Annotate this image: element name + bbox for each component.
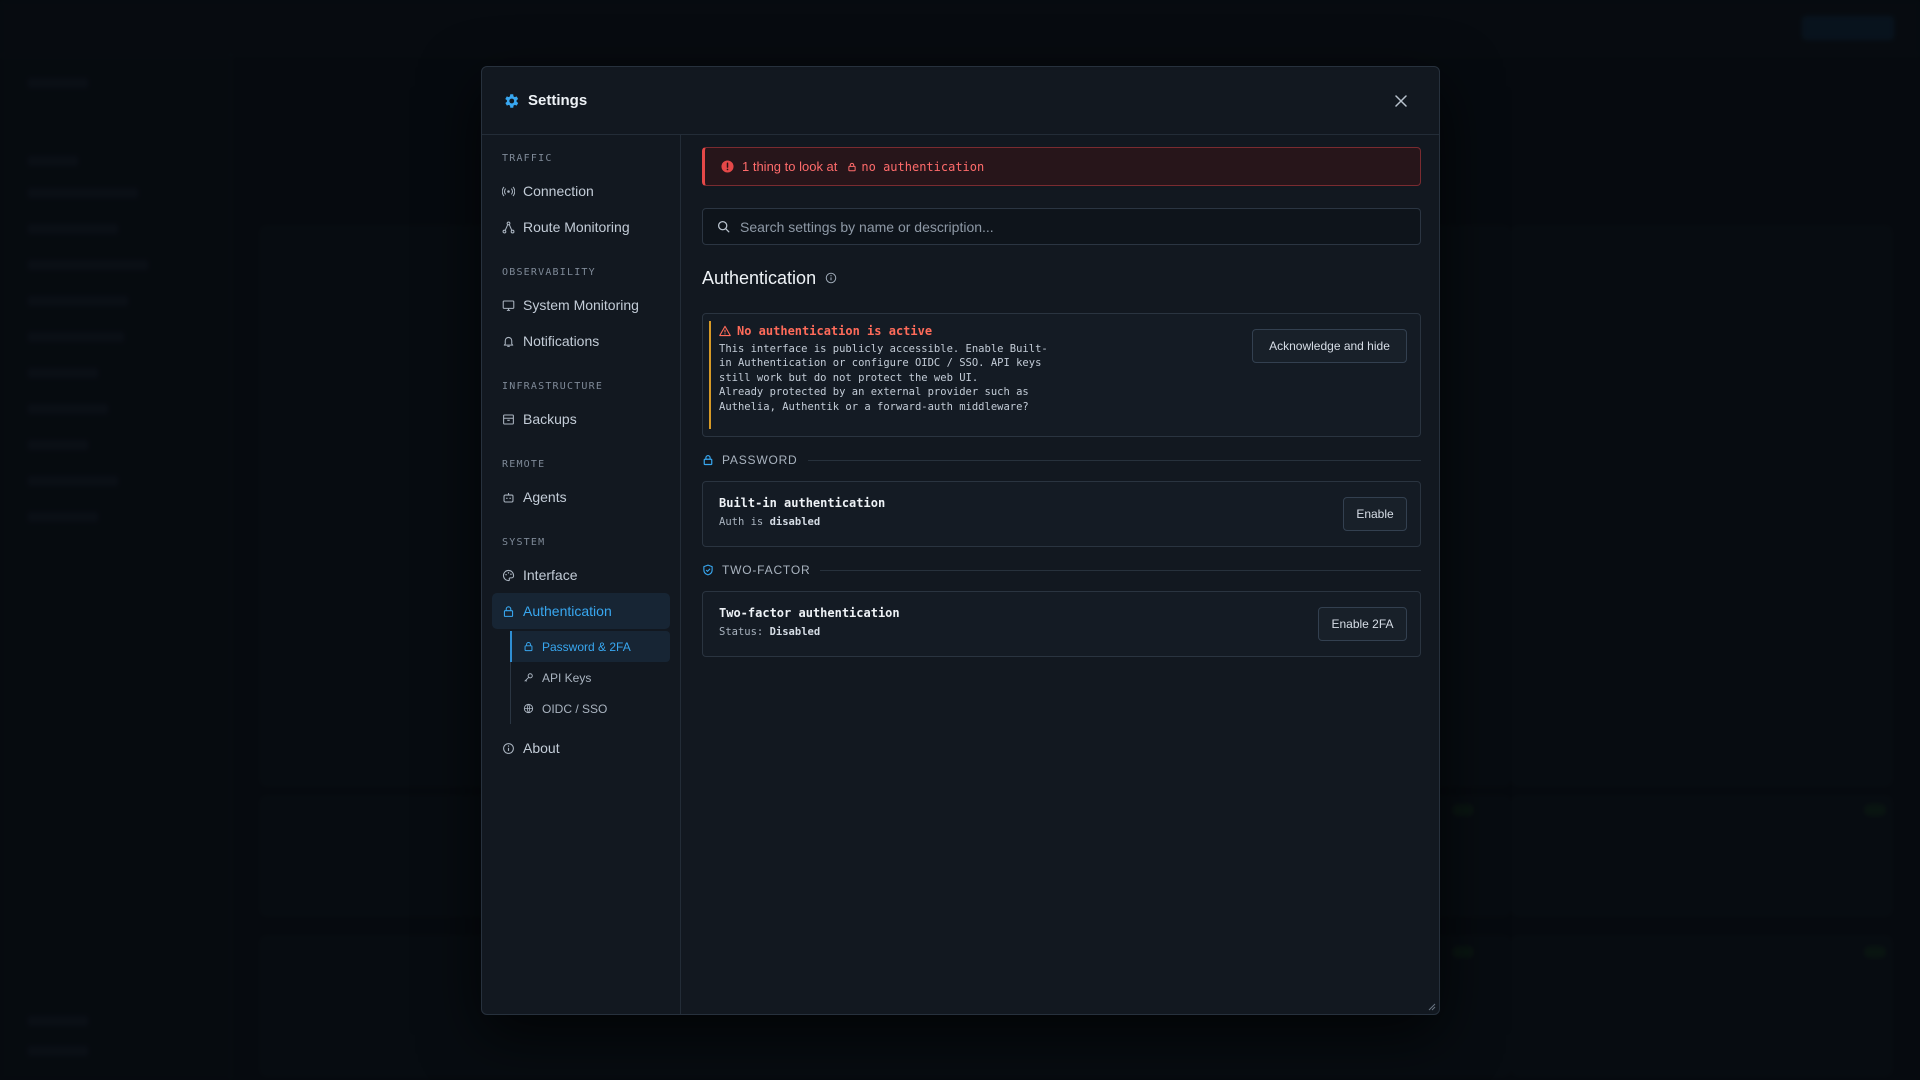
nav-item-label: System Monitoring bbox=[523, 297, 639, 313]
warning-title: No authentication is active bbox=[737, 324, 933, 338]
two-factor-group-header: TWO-FACTOR bbox=[702, 561, 1421, 579]
settings-nav: TRAFFIC Connection Route Monitoring OBSE… bbox=[482, 135, 681, 1014]
nav-item-connection[interactable]: Connection bbox=[492, 173, 670, 209]
nav-item-route-monitoring[interactable]: Route Monitoring bbox=[492, 209, 670, 245]
warning-line: This interface is publicly accessible. E… bbox=[719, 343, 1048, 355]
nav-item-authentication[interactable]: Authentication bbox=[492, 593, 670, 629]
section-title: Authentication bbox=[702, 267, 817, 288]
nav-group-infrastructure: INFRASTRUCTURE bbox=[502, 381, 604, 392]
nav-item-system-monitoring[interactable]: System Monitoring bbox=[492, 287, 670, 323]
nav-sub-item-oidc-sso[interactable]: OIDC / SSO bbox=[511, 693, 670, 724]
nav-sub-item-label: OIDC / SSO bbox=[542, 701, 608, 716]
nav-item-agents[interactable]: Agents bbox=[492, 479, 670, 515]
info-icon bbox=[503, 742, 514, 754]
two-factor-group-label: TWO-FACTOR bbox=[722, 563, 811, 577]
info-icon[interactable] bbox=[825, 272, 837, 284]
nav-item-label: Interface bbox=[523, 567, 578, 583]
attention-banner: 1 thing to look at no authentication bbox=[702, 147, 1421, 186]
search-icon bbox=[717, 220, 730, 233]
warning-title-row: No authentication is active bbox=[719, 321, 1109, 341]
close-button[interactable] bbox=[1391, 91, 1411, 111]
lock-icon bbox=[503, 605, 514, 617]
built-in-auth-card: Built-in authentication Auth is disabled… bbox=[702, 481, 1421, 547]
nav-sub-item-label: API Keys bbox=[542, 670, 592, 685]
setting-status: Status: Disabled bbox=[719, 626, 820, 638]
modal-header: Settings bbox=[482, 67, 1439, 135]
globe-icon bbox=[523, 703, 534, 714]
nav-item-backups[interactable]: Backups bbox=[492, 401, 670, 437]
alert-circle-icon bbox=[721, 160, 734, 173]
setting-status: Auth is disabled bbox=[719, 516, 820, 528]
no-authentication-link[interactable]: no authentication bbox=[847, 160, 984, 174]
nav-group-system: SYSTEM bbox=[502, 537, 546, 548]
nav-group-remote: REMOTE bbox=[502, 459, 546, 470]
nav-item-label: Connection bbox=[523, 183, 594, 199]
close-icon bbox=[1395, 95, 1407, 107]
warning-line: in Authentication or configure OIDC / SS… bbox=[719, 357, 1042, 370]
nav-item-label: Agents bbox=[523, 489, 567, 505]
nav-item-notifications[interactable]: Notifications bbox=[492, 323, 670, 359]
settings-search bbox=[702, 208, 1421, 245]
status-prefix: Auth is bbox=[719, 516, 764, 528]
attention-chip-label: no authentication bbox=[861, 159, 985, 174]
warning-body: No authentication is active This interfa… bbox=[709, 321, 1109, 429]
nav-item-label: Backups bbox=[523, 411, 577, 427]
warning-description: This interface is publicly accessible. E… bbox=[719, 342, 1109, 414]
archive-icon bbox=[503, 414, 514, 424]
lock-icon bbox=[524, 642, 533, 652]
lock-icon bbox=[703, 455, 713, 466]
section-header: Authentication bbox=[702, 265, 1421, 291]
warning-triangle-icon bbox=[719, 325, 731, 337]
nav-item-label: Route Monitoring bbox=[523, 219, 630, 235]
nav-group-observability: OBSERVABILITY bbox=[502, 267, 596, 278]
nav-item-interface[interactable]: Interface bbox=[492, 557, 670, 593]
warning-line: still work but do not protect the web UI… bbox=[719, 371, 979, 384]
attention-text: 1 thing to look at bbox=[742, 159, 838, 174]
enable-2fa-button[interactable]: Enable 2FA bbox=[1318, 607, 1407, 641]
nav-item-label: About bbox=[523, 740, 560, 756]
warning-line: Already protected by an external provide… bbox=[719, 386, 1029, 399]
nav-group-traffic: TRAFFIC bbox=[502, 153, 553, 164]
resize-grip-icon[interactable] bbox=[1426, 1001, 1436, 1011]
status-value: disabled bbox=[769, 516, 821, 528]
key-icon bbox=[524, 673, 533, 682]
two-factor-auth-card: Two-factor authentication Status: Disabl… bbox=[702, 591, 1421, 657]
password-group-label: PASSWORD bbox=[722, 453, 798, 467]
broadcast-icon bbox=[502, 186, 515, 196]
nav-sub-item-password-2fa[interactable]: Password & 2FA bbox=[510, 631, 670, 662]
bell-icon bbox=[503, 336, 514, 347]
nav-item-about[interactable]: About bbox=[492, 730, 670, 766]
settings-content: 1 thing to look at no authentication Aut… bbox=[682, 135, 1439, 1014]
nav-sub-item-api-keys[interactable]: API Keys bbox=[511, 662, 670, 693]
status-value: Disabled bbox=[769, 626, 821, 638]
palette-icon bbox=[503, 569, 515, 581]
authentication-subnav: Password & 2FA API Keys OIDC / SSO bbox=[510, 631, 670, 724]
search-input[interactable] bbox=[740, 218, 1400, 235]
setting-name: Two-factor authentication bbox=[719, 606, 900, 620]
lock-icon bbox=[848, 162, 857, 171]
gear-icon bbox=[505, 93, 519, 108]
settings-modal: Settings TRAFFIC Connection Route Monito… bbox=[481, 66, 1440, 1015]
setting-name: Built-in authentication bbox=[719, 496, 886, 510]
shield-check-icon bbox=[703, 564, 713, 576]
nav-sub-item-label: Password & 2FA bbox=[542, 639, 631, 654]
modal-title: Settings bbox=[528, 92, 588, 109]
agent-icon bbox=[503, 492, 514, 502]
status-prefix: Status: bbox=[719, 626, 764, 638]
warning-line: Authelia, Authentik or a forward-auth mi… bbox=[719, 400, 1029, 413]
divider bbox=[820, 569, 1421, 571]
nav-item-label: Authentication bbox=[523, 603, 612, 619]
enable-auth-button[interactable]: Enable bbox=[1343, 497, 1407, 531]
no-auth-warning-card: No authentication is active This interfa… bbox=[702, 313, 1421, 437]
monitor-icon bbox=[502, 300, 515, 311]
divider bbox=[807, 459, 1421, 461]
acknowledge-and-hide-button[interactable]: Acknowledge and hide bbox=[1252, 329, 1407, 363]
nav-item-label: Notifications bbox=[523, 333, 600, 349]
route-icon bbox=[502, 221, 515, 233]
password-group-header: PASSWORD bbox=[702, 451, 1421, 469]
